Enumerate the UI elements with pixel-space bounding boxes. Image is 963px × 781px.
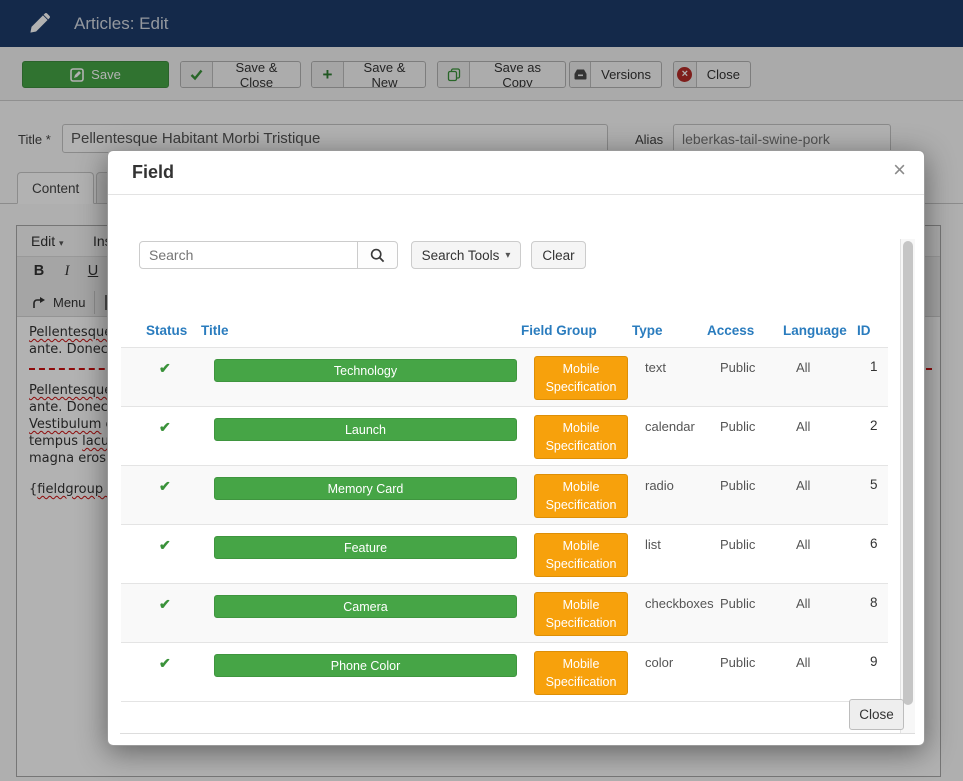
field-access: Public (720, 419, 755, 434)
table-row[interactable]: ✔ Technology Mobile Specification text P… (121, 347, 888, 406)
table-row[interactable]: ✔ Memory Card Mobile Specification radio… (121, 465, 888, 524)
col-header-id[interactable]: ID (857, 323, 871, 338)
field-access: Public (720, 596, 755, 611)
field-language: All (796, 478, 810, 493)
modal-scrollbar-track[interactable] (900, 239, 915, 733)
field-id: 8 (870, 595, 878, 610)
field-access: Public (720, 655, 755, 670)
field-type: calendar (645, 419, 695, 434)
field-id: 5 (870, 477, 878, 492)
field-access: Public (720, 478, 755, 493)
field-id: 6 (870, 536, 878, 551)
modal-footer: Close (108, 688, 924, 745)
modal-close-icon[interactable]: × (893, 159, 906, 181)
field-type: radio (645, 478, 674, 493)
articles-edit-screen: Articles: Edit Save Save & Close + Save … (0, 0, 963, 781)
col-header-language[interactable]: Language (783, 323, 847, 338)
field-id: 9 (870, 654, 878, 669)
modal-scrollbar-thumb[interactable] (903, 241, 913, 705)
col-header-type[interactable]: Type (632, 323, 663, 338)
table-row[interactable]: ✔ Launch Mobile Specification calendar P… (121, 406, 888, 465)
field-group-badge[interactable]: Mobile Specification (534, 533, 628, 577)
field-modal: Field × Search Tools▾ Clear Status Title… (107, 150, 925, 746)
field-title-button[interactable]: Feature (214, 536, 517, 559)
modal-body: Search Tools▾ Clear Status Title Field G… (108, 195, 924, 690)
field-title-button[interactable]: Phone Color (214, 654, 517, 677)
table-row[interactable]: ✔ Camera Mobile Specification checkboxes… (121, 583, 888, 642)
field-id: 1 (870, 359, 878, 374)
field-language: All (796, 360, 810, 375)
field-type: color (645, 655, 673, 670)
published-check-icon: ✔ (159, 478, 171, 495)
search-icon (370, 248, 385, 263)
published-check-icon: ✔ (159, 655, 171, 672)
field-title-button[interactable]: Camera (214, 595, 517, 618)
field-title-button[interactable]: Launch (214, 418, 517, 441)
search-submit-button[interactable] (357, 241, 398, 269)
published-check-icon: ✔ (159, 419, 171, 436)
published-check-icon: ✔ (159, 360, 171, 377)
col-header-group[interactable]: Field Group (521, 323, 597, 338)
field-group-badge[interactable]: Mobile Specification (534, 415, 628, 459)
field-group-badge[interactable]: Mobile Specification (534, 592, 628, 636)
clear-button[interactable]: Clear (531, 241, 586, 269)
field-type: checkboxes (645, 596, 714, 611)
field-id: 2 (870, 418, 878, 433)
field-title-button[interactable]: Memory Card (214, 477, 517, 500)
field-access: Public (720, 537, 755, 552)
field-language: All (796, 655, 810, 670)
search-tools-button[interactable]: Search Tools▾ (411, 241, 521, 269)
field-language: All (796, 419, 810, 434)
modal-title: Field (132, 162, 174, 183)
table-row[interactable]: ✔ Feature Mobile Specification list Publ… (121, 524, 888, 583)
col-header-status[interactable]: Status (146, 323, 187, 338)
field-language: All (796, 596, 810, 611)
field-title-button[interactable]: Technology (214, 359, 517, 382)
field-language: All (796, 537, 810, 552)
published-check-icon: ✔ (159, 596, 171, 613)
chevron-down-icon: ▾ (505, 250, 510, 261)
search-input[interactable] (139, 241, 358, 269)
field-type: text (645, 360, 666, 375)
modal-header: Field × (108, 151, 924, 195)
field-access: Public (720, 360, 755, 375)
field-group-badge[interactable]: Mobile Specification (534, 474, 628, 518)
col-header-access[interactable]: Access (707, 323, 754, 338)
field-group-badge[interactable]: Mobile Specification (534, 356, 628, 400)
published-check-icon: ✔ (159, 537, 171, 554)
modal-close-button[interactable]: Close (849, 699, 904, 730)
field-type: list (645, 537, 661, 552)
col-header-title[interactable]: Title (201, 323, 229, 338)
